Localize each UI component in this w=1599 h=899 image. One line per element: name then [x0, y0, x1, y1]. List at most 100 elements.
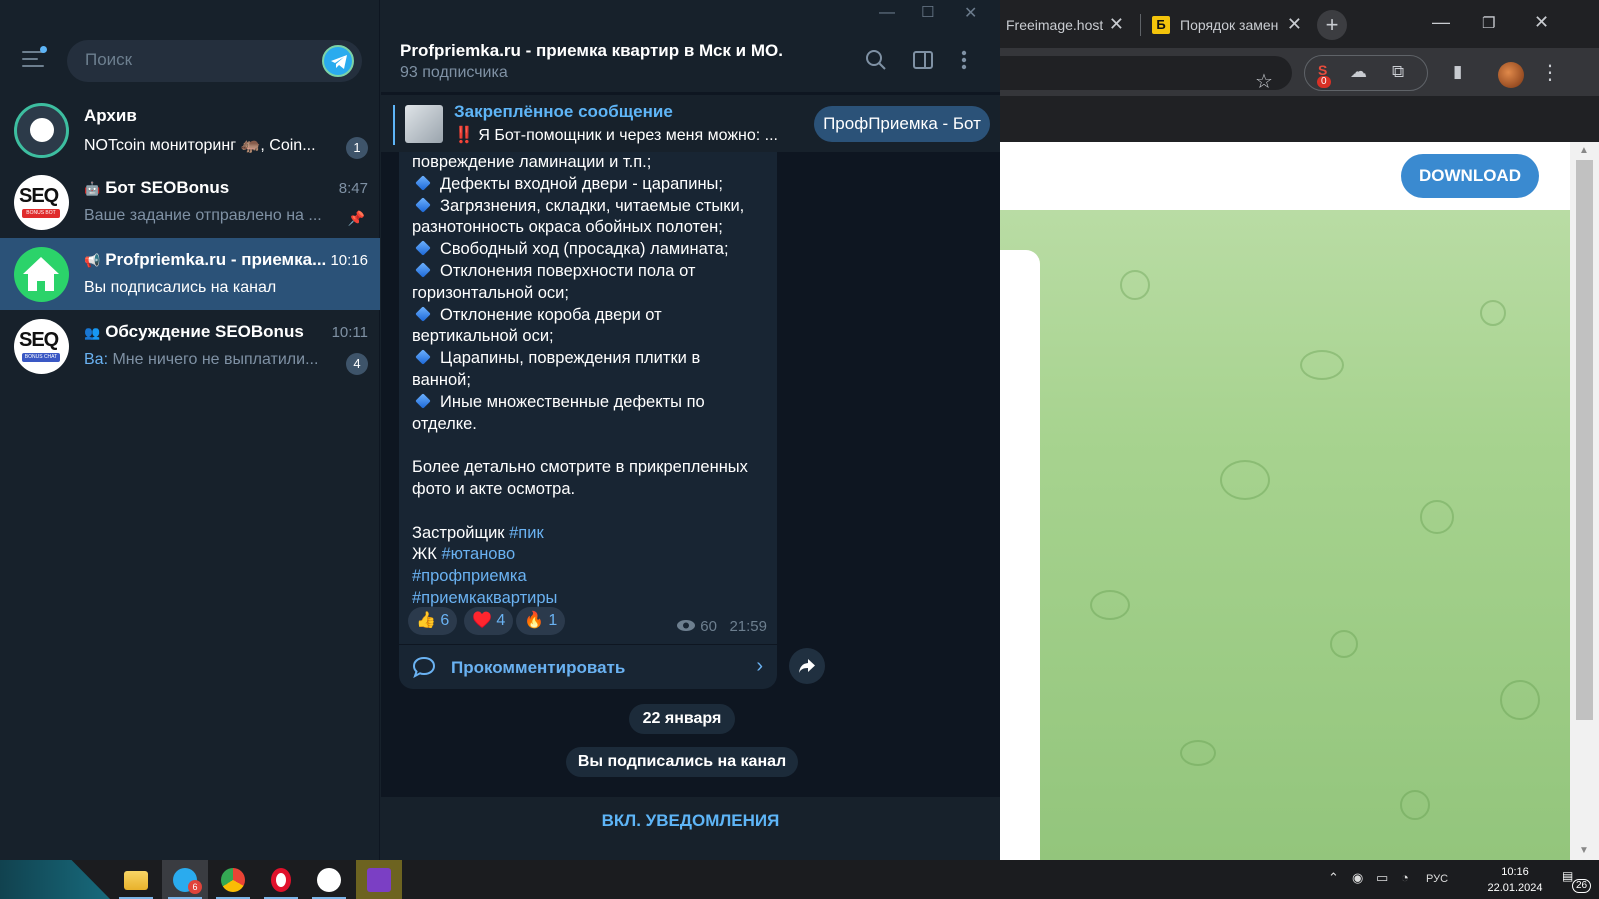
scroll-down-icon[interactable]: ▼ [1579, 845, 1589, 856]
taskbar-yandex[interactable] [306, 860, 352, 899]
bookmark-star-icon[interactable]: ☆ [1255, 69, 1273, 94]
pin-icon: 📌 [347, 210, 365, 226]
language-indicator[interactable]: РУС [1426, 873, 1448, 885]
bot-button[interactable]: ПрофПриемка - Бот [814, 106, 990, 142]
service-message: Вы подписались на канал [566, 747, 798, 777]
close-window-icon[interactable]: ✕ [964, 3, 977, 23]
minimize-icon[interactable]: — [1432, 12, 1450, 33]
telegram-pattern-background [1000, 210, 1570, 860]
house-icon [23, 257, 59, 291]
page-scrollbar[interactable]: ▲ ▼ [1570, 142, 1599, 860]
channel-header[interactable]: Profpriemka.ru - приемка квартир в Мск и… [381, 30, 1000, 92]
reaction-count: 4 [496, 612, 506, 629]
reaction-fire[interactable]: 🔥 1 [516, 607, 566, 635]
battery-icon[interactable]: ▭ [1376, 870, 1388, 886]
taskbar-telegram[interactable]: 6 [162, 860, 208, 899]
pinned-text: ‼️ Я Бот-помощник и через меня можно: ..… [454, 127, 778, 144]
chat-item-profpriemka[interactable]: 📢 Profpriemka.ru - приемка... 10:16 Вы по… [0, 238, 380, 310]
cloud-extension-icon[interactable]: ☁ [1350, 62, 1367, 82]
start-area[interactable] [0, 860, 110, 899]
reaction-thumbs-up[interactable]: 👍 6 [408, 607, 458, 635]
post-line: #профприемка [412, 566, 767, 588]
line-text: Царапины, повреждения плитки в [440, 349, 701, 368]
close-window-icon[interactable]: ✕ [1534, 12, 1549, 33]
search-input[interactable] [85, 50, 305, 70]
notification-center-icon[interactable]: ▤ 26 [1562, 869, 1592, 893]
chrome-menu-icon[interactable]: ⋮ [1540, 60, 1560, 85]
chat-item-archive[interactable]: Архив NOTcoin мониторинг 🦛, Coin... 1 [0, 94, 380, 166]
notifications-bar[interactable]: ВКЛ. УВЕДОМЛЕНИЯ [381, 797, 1000, 860]
line-text: вертикальной оси; [412, 327, 554, 346]
hashtag-link[interactable]: #пик [509, 524, 544, 542]
menu-icon[interactable] [22, 46, 47, 67]
forward-icon [799, 659, 815, 673]
favicon-b-icon: Б [1152, 16, 1170, 34]
post-line: ЖК #ютаново [412, 544, 767, 566]
taskbar-app[interactable] [356, 860, 402, 899]
chat-name: Архив [84, 106, 137, 125]
taskbar-chrome[interactable] [210, 860, 256, 899]
chat-item-seobonus-bot[interactable]: SEQ BONUS BOT 🤖 Бот SEOBonus 8:47 Ваше за… [0, 166, 380, 238]
blue-diamond-icon [415, 393, 431, 409]
chat-list-sidebar: Архив NOTcoin мониторинг 🦛, Coin... 1 SE… [0, 0, 380, 860]
system-clock[interactable]: 10:16 22.01.2024 [1475, 864, 1555, 896]
chrome-tab-poryadok[interactable]: Б Порядок замен ✕ [1142, 8, 1312, 42]
post-line [412, 501, 767, 523]
more-icon[interactable] [960, 49, 968, 71]
share-button[interactable] [789, 648, 825, 684]
pattern-doodle [1090, 590, 1130, 620]
scrollbar-thumb[interactable] [1576, 160, 1593, 720]
search-box[interactable] [67, 40, 362, 82]
line-text: Отклонения поверхности пола от [440, 261, 696, 280]
hashtag-link[interactable]: #приемкаквартиры [412, 589, 557, 607]
post-line: разнотонность окраса обойных полотен; [412, 217, 767, 239]
puzzle-extensions-icon[interactable]: ⧉ [1392, 62, 1404, 82]
preview-text: NOTcoin мониторинг 🦛, Coin... [84, 137, 316, 154]
line-text: Более детально смотрите в прикрепленных [412, 458, 748, 477]
archive-icon [30, 118, 54, 142]
tray-app-icon[interactable]: ◉ [1352, 870, 1363, 886]
chat-item-seobonus-discussion[interactable]: SEQ BONUS CHAT 👥 Обсуждение SEOBonus 10:1… [0, 310, 380, 382]
thumbs-up-icon: 👍 [416, 612, 436, 629]
line-text: горизонтальной оси; [412, 283, 569, 302]
maximize-icon[interactable]: ☐ [921, 3, 934, 21]
new-tab-button[interactable]: + [1317, 10, 1347, 40]
post-line [412, 435, 767, 457]
pattern-doodle [1330, 630, 1358, 658]
sidebar-toggle-icon[interactable] [912, 49, 934, 71]
wifi-icon[interactable]: ◔ [1401, 870, 1409, 885]
bot-icon: 🤖 [84, 181, 101, 196]
hashtag-link[interactable]: #ютаново [441, 545, 515, 563]
profile-avatar[interactable] [1498, 62, 1524, 88]
chrome-window: Freeimage.host ✕ Б Порядок замен ✕ + — ❐… [1000, 0, 1599, 860]
scroll-up-icon[interactable]: ▲ [1579, 145, 1589, 156]
address-bar[interactable]: ☆ [1000, 56, 1292, 93]
close-tab-icon[interactable]: ✕ [1109, 14, 1124, 35]
tray-expand-icon[interactable]: ⌃ [1328, 870, 1339, 886]
pinned-title: Закреплённое сообщение [454, 102, 673, 121]
download-button[interactable]: DOWNLOAD [1401, 154, 1539, 198]
pattern-doodle [1420, 500, 1454, 534]
taskbar-explorer[interactable] [113, 860, 159, 899]
hashtag-link[interactable]: #профприемка [412, 567, 527, 585]
minimize-icon[interactable]: — [879, 4, 895, 22]
taskbar-opera[interactable] [258, 860, 304, 899]
reaction-heart[interactable]: ♥️ 4 [464, 607, 514, 635]
pinned-message-bar[interactable]: Закреплённое сообщение ‼️ Я Бот-помощник… [381, 94, 1000, 152]
close-tab-icon[interactable]: ✕ [1287, 14, 1302, 35]
chat-preview: Ва: Мне ничего не выплатили... [84, 351, 339, 369]
chrome-tab-freeimage[interactable]: Freeimage.host ✕ [996, 8, 1138, 42]
side-panel-icon[interactable]: ▮ [1453, 62, 1462, 82]
pattern-doodle [1480, 300, 1506, 326]
restore-icon[interactable]: ❐ [1482, 14, 1495, 32]
enable-notifications-button[interactable]: ВКЛ. УВЕДОМЛЕНИЯ [381, 811, 1000, 831]
menu-line [22, 58, 38, 60]
line-text: ЖК [412, 545, 437, 564]
search-icon[interactable] [865, 49, 887, 71]
comment-button[interactable]: Прокомментировать › [399, 645, 777, 689]
blue-diamond-icon [415, 240, 431, 256]
chat-time: 10:11 [331, 324, 368, 341]
windows-taskbar: 6 ⌃ ◉ ▭ ◔ РУС 10:16 22.01.2024 ▤ 26 [0, 860, 1599, 899]
post-line: Отклонение короба двери от [412, 305, 767, 327]
view-count: 60 [700, 618, 717, 635]
